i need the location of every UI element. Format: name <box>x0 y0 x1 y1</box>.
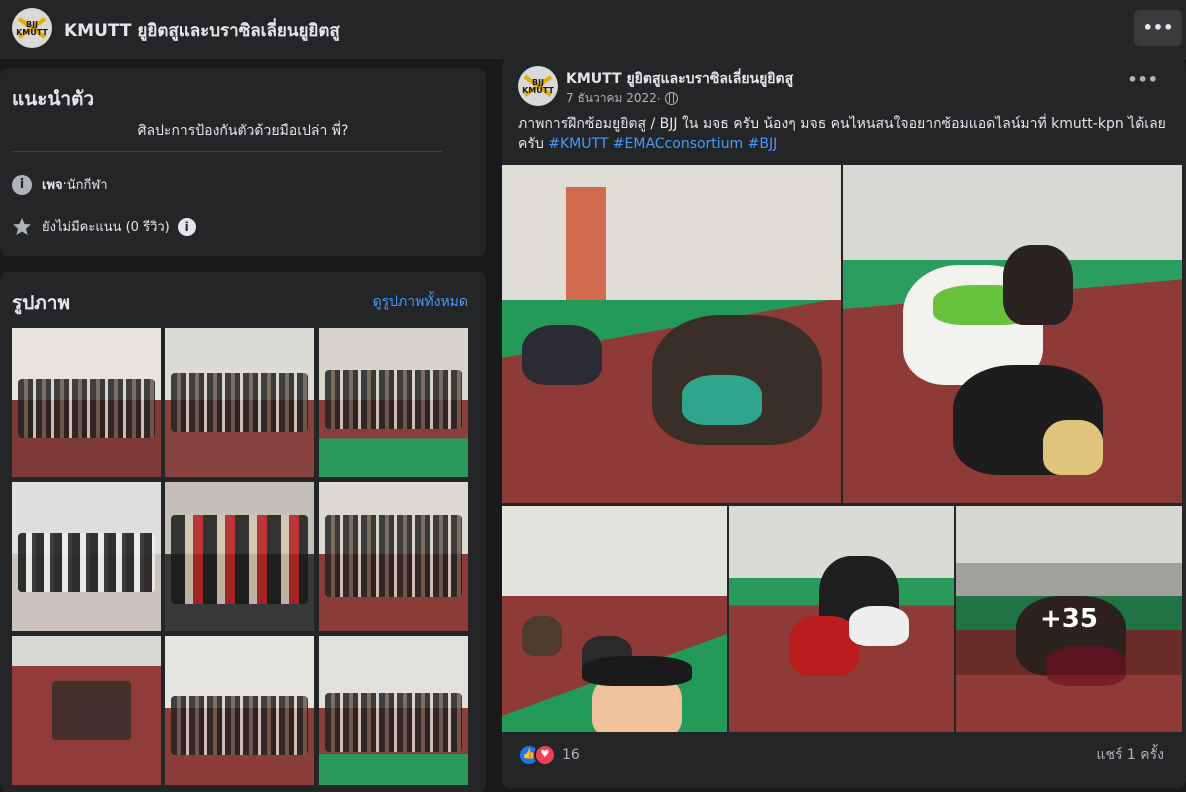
post-photo[interactable] <box>502 506 727 732</box>
star-icon <box>13 217 31 235</box>
page-header: BJJ KMUTT KMUTT ยูยิตสูและบราซิลเลี่ยนยู… <box>0 0 1186 59</box>
info-icon: i <box>12 174 32 195</box>
rating-row: ยังไม่มีคะแนน (0 รีวิว) i <box>12 216 196 237</box>
photos-title: รูปภาพ <box>12 292 70 314</box>
photo-thumbnail[interactable] <box>165 328 314 477</box>
post-text: ภาพการฝึกซ้อมยูยิตสู / BJJ ใน มจธ ครับ น… <box>518 114 1168 154</box>
more-photos-overlay[interactable]: +35 <box>956 563 1182 675</box>
category-value[interactable]: นักกีฬา <box>67 174 108 195</box>
post-photo[interactable] <box>502 165 841 503</box>
photo-thumbnail[interactable] <box>165 636 314 785</box>
logo-text: BJJ KMUTT <box>522 78 554 95</box>
photo-thumbnail[interactable] <box>319 328 468 477</box>
see-all-photos-link[interactable]: ดูรูปภาพทั้งหมด <box>373 291 468 313</box>
post-photo[interactable] <box>729 506 954 732</box>
globe-icon <box>664 92 678 105</box>
post-photo[interactable]: +35 <box>956 506 1182 732</box>
photo-thumbnail[interactable] <box>12 482 161 631</box>
post-avatar[interactable]: BJJ KMUTT <box>518 66 558 106</box>
category-label: เพจ <box>42 178 63 193</box>
post-menu-button[interactable]: ••• <box>1127 70 1158 89</box>
more-options-button[interactable]: ••• <box>1134 10 1182 46</box>
date-separator: · <box>656 91 661 106</box>
heart-icon: ♥ <box>534 744 556 766</box>
rating-text: ยังไม่มีคะแนน (0 รีวิว) <box>42 220 170 235</box>
post-photo[interactable] <box>843 165 1182 503</box>
reactions-summary[interactable]: 👍 ♥ 16 <box>518 744 580 766</box>
photos-card: รูปภาพ ดูรูปภาพทั้งหมด <box>0 272 486 792</box>
logo-text: BJJ KMUTT <box>16 20 48 37</box>
photo-thumbnail[interactable] <box>319 482 468 631</box>
post-date[interactable]: 7 ธันวาคม 2022 <box>566 89 657 108</box>
post-meta: 7 ธันวาคม 2022 · <box>566 89 678 108</box>
category-row: i เพจ · นักกีฬา <box>12 174 108 195</box>
intro-card: แนะนำตัว ศิลปะการป้องกันตัวด้วยมือเปล่า … <box>0 68 486 256</box>
intro-bio: ศิลปะการป้องกันตัวด้วยมือเปล่า พี่? <box>137 123 349 139</box>
photo-thumbnail[interactable] <box>12 636 161 785</box>
share-count[interactable]: แชร์ 1 ครั้ง <box>1096 744 1164 766</box>
hashtag-link[interactable]: #EMACconsortium <box>613 136 743 152</box>
divider <box>12 151 442 152</box>
page-logo[interactable]: BJJ KMUTT <box>12 8 52 48</box>
photo-thumbnail[interactable] <box>319 636 468 785</box>
hashtag-link[interactable]: #BJJ <box>748 136 778 152</box>
hashtag-link[interactable]: #KMUTT <box>548 136 608 152</box>
post-author[interactable]: KMUTT ยูยิตสูและบราซิลเลี่ยนยูยิตสู <box>566 68 793 90</box>
door <box>566 187 606 307</box>
intro-title: แนะนำตัว <box>12 88 95 110</box>
photo-thumbnail[interactable] <box>165 482 314 631</box>
rating-info-icon[interactable]: i <box>177 217 196 236</box>
reaction-count: 16 <box>562 747 580 763</box>
photo-thumbnail[interactable] <box>12 328 161 477</box>
page-title[interactable]: KMUTT ยูยิตสูและบราซิลเลี่ยนยูยิตสู <box>64 17 340 44</box>
